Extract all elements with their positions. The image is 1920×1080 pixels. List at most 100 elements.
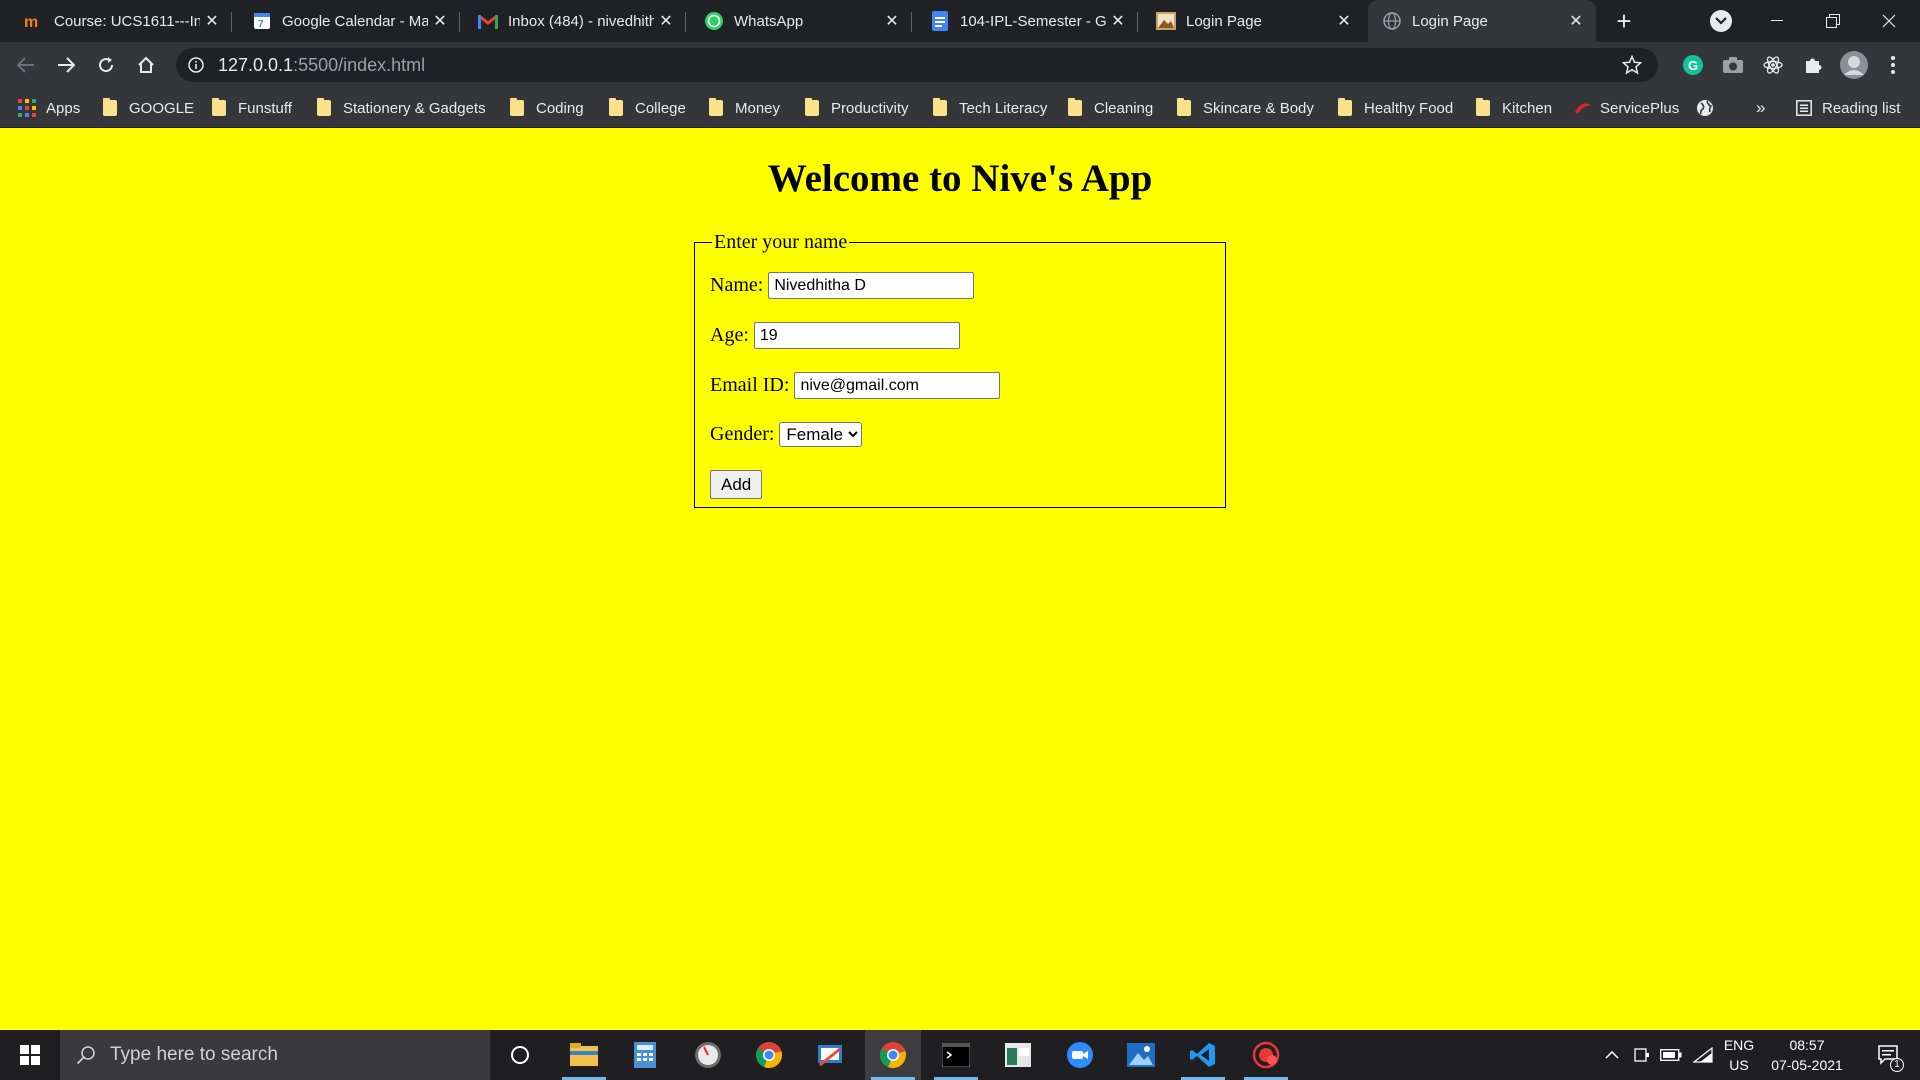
docs-icon	[930, 11, 950, 31]
apps-grid-icon	[18, 99, 36, 117]
close-icon[interactable]: ✕	[654, 9, 678, 33]
bookmark-folder-money[interactable]: Money	[709, 88, 780, 128]
camera-icon[interactable]	[1720, 52, 1746, 78]
tab-gmail[interactable]: Inbox (484) - nivedhith ✕	[464, 0, 686, 42]
age-input[interactable]	[753, 322, 960, 349]
tab-search-button[interactable]	[1710, 10, 1732, 32]
arrow-left-icon	[17, 57, 34, 73]
bookmark-folder-productivity[interactable]: Productivity	[805, 88, 909, 128]
tab-separator	[459, 12, 460, 32]
windows-taskbar: Type here to search ENG US 08:57 07-05-2…	[0, 1030, 1920, 1080]
close-icon[interactable]: ✕	[1332, 9, 1356, 33]
photos-icon	[1127, 1043, 1155, 1067]
taskbar-screen-recorder[interactable]	[1238, 1030, 1294, 1080]
whatsapp-icon	[704, 11, 724, 31]
bookmark-folder-cleaning[interactable]: Cleaning	[1068, 88, 1153, 128]
taskbar-calculator[interactable]	[617, 1030, 673, 1080]
close-icon[interactable]: ✕	[428, 9, 452, 33]
tray-clock[interactable]: 08:57 07-05-2021	[1762, 1030, 1852, 1080]
bookmark-serviceplus[interactable]: ServicePlus	[1574, 88, 1679, 128]
taskbar-terminal[interactable]	[928, 1030, 984, 1080]
bookmark-folder-google[interactable]: GOOGLE	[103, 88, 194, 128]
taskbar-ms-store[interactable]	[990, 1030, 1046, 1080]
star-icon[interactable]	[1622, 55, 1642, 75]
gender-select[interactable]: Female	[779, 422, 863, 447]
tray-battery[interactable]	[1658, 1030, 1684, 1080]
menu-kebab-icon[interactable]	[1880, 52, 1906, 78]
taskbar-photos[interactable]	[1113, 1030, 1169, 1080]
tab-title: 104-IPL-Semester - Go	[960, 12, 1106, 30]
tab-course[interactable]: m Course: UCS1611---Int ✕	[10, 0, 232, 42]
tray-overflow-button[interactable]	[1600, 1030, 1624, 1080]
tray-wifi[interactable]	[1690, 1030, 1716, 1080]
bookmark-globe[interactable]	[1696, 88, 1714, 128]
folder-icon	[709, 98, 723, 116]
restore-button[interactable]	[1808, 0, 1858, 42]
folder-icon	[1177, 98, 1191, 116]
tab-login-1[interactable]: Login Page ✕	[1142, 0, 1364, 42]
tab-docs[interactable]: 104-IPL-Semester - Go ✕	[916, 0, 1138, 42]
info-icon[interactable]	[188, 57, 204, 73]
cortana-button[interactable]	[492, 1030, 548, 1080]
bookmark-folder-tech-literacy[interactable]: Tech Literacy	[933, 88, 1047, 128]
taskbar-zoom[interactable]	[1052, 1030, 1108, 1080]
svg-text:7: 7	[258, 19, 264, 30]
tab-whatsapp[interactable]: WhatsApp ✕	[690, 0, 912, 42]
taskbar-snip-tool[interactable]	[802, 1030, 858, 1080]
taskbar-vscode[interactable]	[1175, 1030, 1231, 1080]
tab-separator	[1137, 12, 1138, 32]
react-devtools-icon[interactable]	[1760, 52, 1786, 78]
age-label: Age:	[710, 324, 749, 346]
name-input[interactable]	[768, 272, 975, 299]
bookmark-label: Healthy Food	[1364, 99, 1454, 117]
bookmark-folder-coding[interactable]: Coding	[510, 88, 584, 128]
bookmark-folder-kitchen[interactable]: Kitchen	[1476, 88, 1552, 128]
folder-icon	[1476, 98, 1490, 116]
tray-device-icon[interactable]	[1630, 1030, 1654, 1080]
windows-logo-icon	[20, 1045, 40, 1065]
bookmark-label: Coding	[536, 99, 584, 117]
bookmark-folder-funstuff[interactable]: Funstuff	[212, 88, 292, 128]
tab-calendar[interactable]: 7 Google Calendar - Ma ✕	[238, 0, 460, 42]
folder-icon	[317, 98, 331, 116]
taskbar-clock-app[interactable]	[680, 1030, 736, 1080]
notification-count-badge: 1	[1890, 1058, 1904, 1072]
address-bar[interactable]: 127.0.0.1:5500/index.html	[176, 48, 1658, 82]
reading-list-button[interactable]: Reading list	[1796, 88, 1900, 128]
action-center-button[interactable]: 1	[1866, 1030, 1910, 1080]
minimize-button[interactable]	[1752, 0, 1802, 42]
taskbar-chrome[interactable]	[741, 1030, 797, 1080]
grammarly-icon[interactable]: G	[1680, 52, 1706, 78]
home-button[interactable]	[130, 49, 162, 81]
bookmark-folder-stationery[interactable]: Stationery & Gadgets	[317, 88, 486, 128]
page-title: Welcome to Nive's App	[767, 157, 1153, 200]
tab-title: Inbox (484) - nivedhith	[508, 12, 654, 30]
profile-avatar[interactable]	[1838, 49, 1870, 81]
bookmark-label: Stationery & Gadgets	[343, 99, 486, 117]
bookmarks-overflow-button[interactable]: »	[1756, 88, 1765, 128]
tray-language[interactable]: ENG US	[1718, 1030, 1760, 1080]
bookmark-folder-college[interactable]: College	[609, 88, 686, 128]
close-window-button[interactable]	[1864, 0, 1914, 42]
close-icon[interactable]: ✕	[200, 9, 224, 33]
extensions-puzzle-icon[interactable]	[1800, 52, 1826, 78]
tab-login-active[interactable]: Login Page ✕	[1368, 0, 1596, 42]
taskbar-chrome-active[interactable]	[865, 1030, 921, 1080]
email-input[interactable]	[794, 372, 1001, 399]
forward-button[interactable]	[50, 49, 82, 81]
bookmark-apps[interactable]: Apps	[18, 88, 80, 128]
bookmark-folder-healthy-food[interactable]: Healthy Food	[1338, 88, 1453, 128]
close-icon[interactable]: ✕	[1106, 9, 1130, 33]
close-icon[interactable]: ✕	[880, 9, 904, 33]
taskbar-file-explorer[interactable]	[556, 1030, 612, 1080]
reload-button[interactable]	[90, 49, 122, 81]
bookmark-label: Money	[735, 99, 781, 117]
bookmark-folder-skincare[interactable]: Skincare & Body	[1177, 88, 1314, 128]
taskbar-search-box[interactable]: Type here to search	[60, 1030, 490, 1080]
start-button[interactable]	[0, 1030, 60, 1080]
back-button[interactable]	[10, 49, 42, 81]
new-tab-button[interactable]: +	[1610, 8, 1638, 36]
add-button[interactable]: Add	[710, 470, 763, 499]
close-icon[interactable]: ✕	[1564, 9, 1588, 33]
battery-icon	[1660, 1049, 1682, 1061]
